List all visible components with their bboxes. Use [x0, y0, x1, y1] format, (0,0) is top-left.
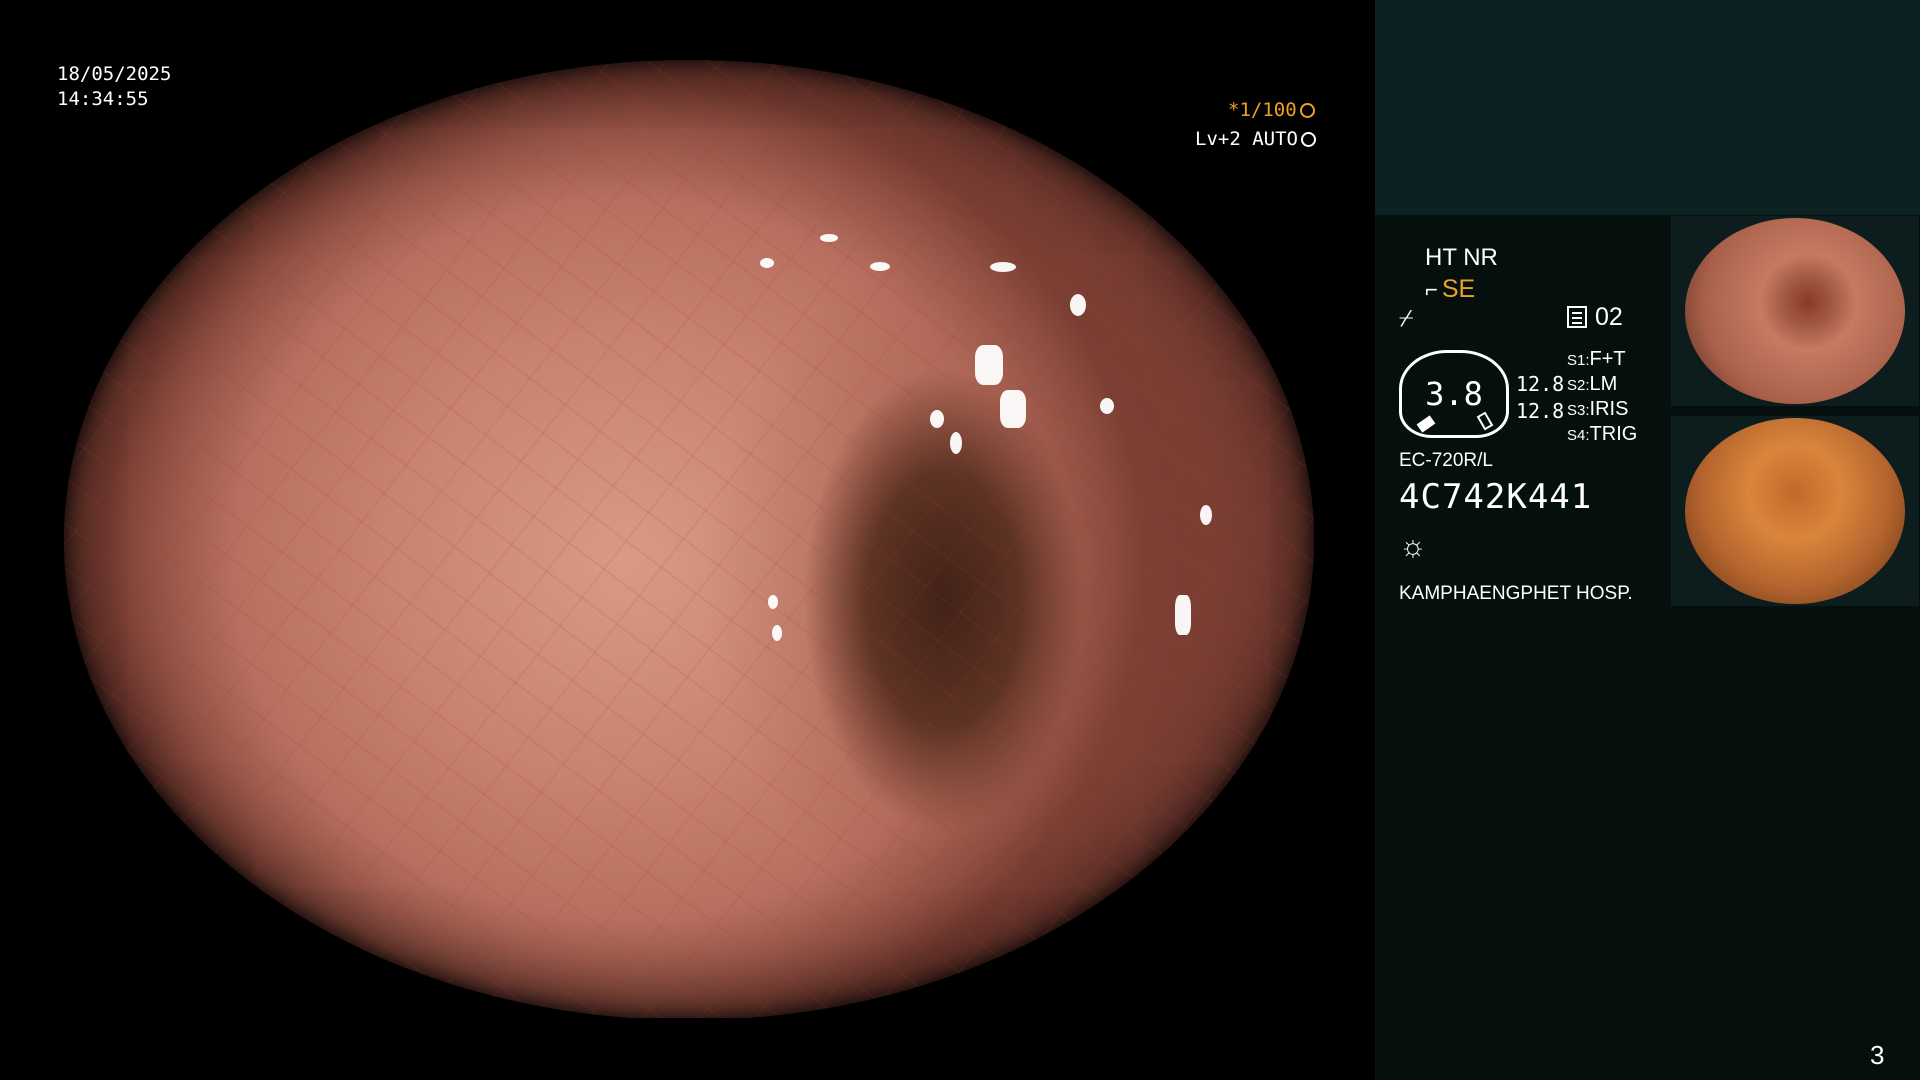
aperture-icon	[1299, 103, 1315, 118]
switch-key: S1	[1567, 352, 1586, 369]
glare-spot	[768, 595, 778, 609]
glare-spot	[870, 262, 890, 271]
scope-serial: 4C742K441	[1399, 477, 1593, 517]
switch-s3: S3:IRIS	[1567, 398, 1629, 420]
glare-spot	[820, 234, 838, 242]
switch-value: IRIS	[1589, 398, 1629, 420]
record-list-icon	[1567, 306, 1587, 328]
filter-icon: ⌿	[1399, 305, 1414, 332]
glare-spot	[1000, 390, 1026, 428]
thumbnail-image	[1685, 218, 1905, 404]
glare-spot	[760, 258, 774, 268]
gauge-value-2: 12.8	[1516, 399, 1565, 423]
viewport-mask-bottom	[0, 1018, 1375, 1080]
auto-iris-icon	[1300, 132, 1316, 147]
structure-enhance-icon: ⌐	[1425, 277, 1438, 302]
switch-value: LM	[1589, 373, 1618, 395]
thumbnail-2[interactable]	[1671, 416, 1919, 606]
light-source-icon: ☼	[1399, 530, 1427, 563]
ht-nr-label: HT NR	[1425, 244, 1498, 271]
date-text: 18/05/2025	[57, 63, 172, 85]
gauge: 3.8	[1399, 350, 1509, 438]
glare-spot	[772, 625, 782, 641]
endoscope-viewport: 18/05/2025 14:34:55 *1/100 Lv+2 AUTO	[0, 0, 1375, 1080]
switch-s4: S4:TRIG	[1567, 423, 1638, 445]
viewport-mask-top	[0, 0, 1375, 60]
glare-spot	[1200, 505, 1212, 525]
glare-spot	[930, 410, 944, 428]
glare-spot	[1070, 294, 1086, 316]
shutter-speed-value: *1/100	[1228, 99, 1297, 121]
switch-value: TRIG	[1589, 423, 1638, 445]
time-text: 14:34:55	[57, 88, 149, 110]
glare-spot	[1100, 398, 1114, 414]
record-count: 02	[1595, 303, 1623, 331]
se-label: SE	[1441, 275, 1476, 303]
sidebar-header-area	[1375, 0, 1920, 215]
switch-key: S4	[1567, 427, 1586, 444]
glare-spot	[1175, 595, 1191, 635]
scope-model: EC-720R/L	[1399, 450, 1493, 471]
switch-key: S2	[1567, 377, 1586, 394]
switch-key: S3	[1567, 402, 1586, 419]
glare-spot	[990, 262, 1016, 272]
gauge-value-1: 12.8	[1516, 372, 1565, 396]
info-sidebar: HT NR ⌐ SE ⌿ 02 3.8 12.8 12.8 S1:F+T S2:L…	[1375, 0, 1920, 1080]
se-mode: ⌐ SE	[1425, 275, 1475, 304]
page-number: 3	[1870, 1040, 1885, 1070]
glare-spot	[950, 432, 962, 454]
gauge-marker-left	[1416, 415, 1436, 433]
shutter-speed: *1/100	[1228, 99, 1375, 121]
switch-s1: S1:F+T	[1567, 348, 1626, 370]
level-indicator: Lv+2 AUTO	[1195, 128, 1316, 150]
thumbnail-1[interactable]	[1671, 216, 1919, 406]
thumbnail-image	[1685, 418, 1905, 604]
level-value: Lv+2 AUTO	[1195, 128, 1298, 150]
glare-spot	[975, 345, 1003, 385]
switch-value: F+T	[1589, 348, 1626, 370]
gauge-marker-right	[1476, 411, 1494, 431]
switch-s2: S2:LM	[1567, 373, 1618, 395]
hospital-name: KAMPHAENGPHET HOSP.	[1399, 583, 1633, 604]
gauge-value: 3.8	[1425, 375, 1483, 413]
endoscopic-image	[64, 60, 1314, 1020]
